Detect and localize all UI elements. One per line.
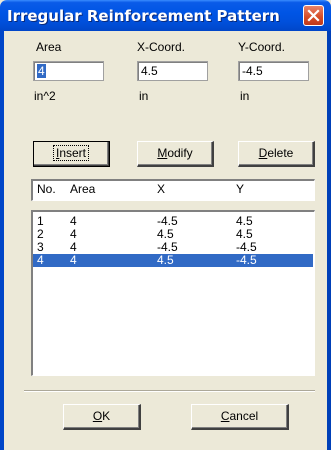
close-button[interactable]	[303, 5, 324, 26]
y-coord-unit: in	[240, 89, 250, 103]
x-coord-input-value: 4.5	[141, 64, 158, 78]
x-coord-unit: in	[139, 89, 149, 103]
delete-button-mnemonic: D	[258, 146, 268, 160]
cancel-button-label: ancel	[229, 409, 259, 423]
window-frame-right	[327, 31, 331, 450]
cancel-button[interactable]: Cancel	[191, 404, 289, 430]
y-coord-label: Y-Coord.	[238, 40, 285, 54]
y-coord-input-value: -4.5	[242, 64, 263, 78]
insert-button[interactable]: Insert	[33, 141, 110, 167]
modify-button[interactable]: Modify	[137, 141, 214, 167]
table-header: No. Area X Y	[31, 179, 315, 201]
delete-button-label: elete	[267, 146, 294, 160]
row-y: -4.5	[236, 253, 257, 267]
row-x: 4.5	[157, 253, 174, 267]
insert-button-label: nsert	[59, 146, 87, 160]
area-unit: in^2	[34, 89, 56, 103]
column-header-y: Y	[236, 182, 245, 196]
y-coord-input[interactable]: -4.5	[238, 61, 309, 81]
x-coord-label: X-Coord.	[137, 40, 186, 54]
area-input[interactable]: 4	[33, 61, 104, 81]
area-input-value: 4	[37, 64, 46, 78]
row-no: 4	[37, 253, 44, 267]
ok-button-label: K	[102, 409, 111, 423]
ok-button-mnemonic: O	[92, 409, 103, 423]
reinforcement-list[interactable]: 1 4 -4.5 4.5 2 4 4.5 4.5 3 4 -4.5 -4.5 4…	[31, 210, 315, 376]
table-row-selected[interactable]: 4 4 4.5 -4.5	[33, 254, 313, 267]
ok-button[interactable]: OK	[63, 404, 141, 430]
x-coord-input[interactable]: 4.5	[137, 61, 208, 81]
row-area: 4	[70, 253, 77, 267]
title-bar[interactable]: Irregular Reinforcement Pattern	[0, 0, 331, 31]
window-title: Irregular Reinforcement Pattern	[7, 7, 280, 25]
modify-button-label: odify	[167, 146, 193, 160]
window-frame-left	[0, 31, 4, 450]
column-header-area: Area	[70, 182, 96, 196]
delete-button[interactable]: Delete	[238, 141, 315, 167]
separator	[24, 390, 315, 392]
column-header-x: X	[157, 182, 166, 196]
close-icon	[307, 9, 320, 22]
dialog-window: Irregular Reinforcement Pattern Area X-C…	[0, 0, 331, 450]
modify-button-mnemonic: M	[157, 146, 168, 160]
column-header-no: No.	[37, 182, 56, 196]
area-label: Area	[36, 40, 62, 54]
